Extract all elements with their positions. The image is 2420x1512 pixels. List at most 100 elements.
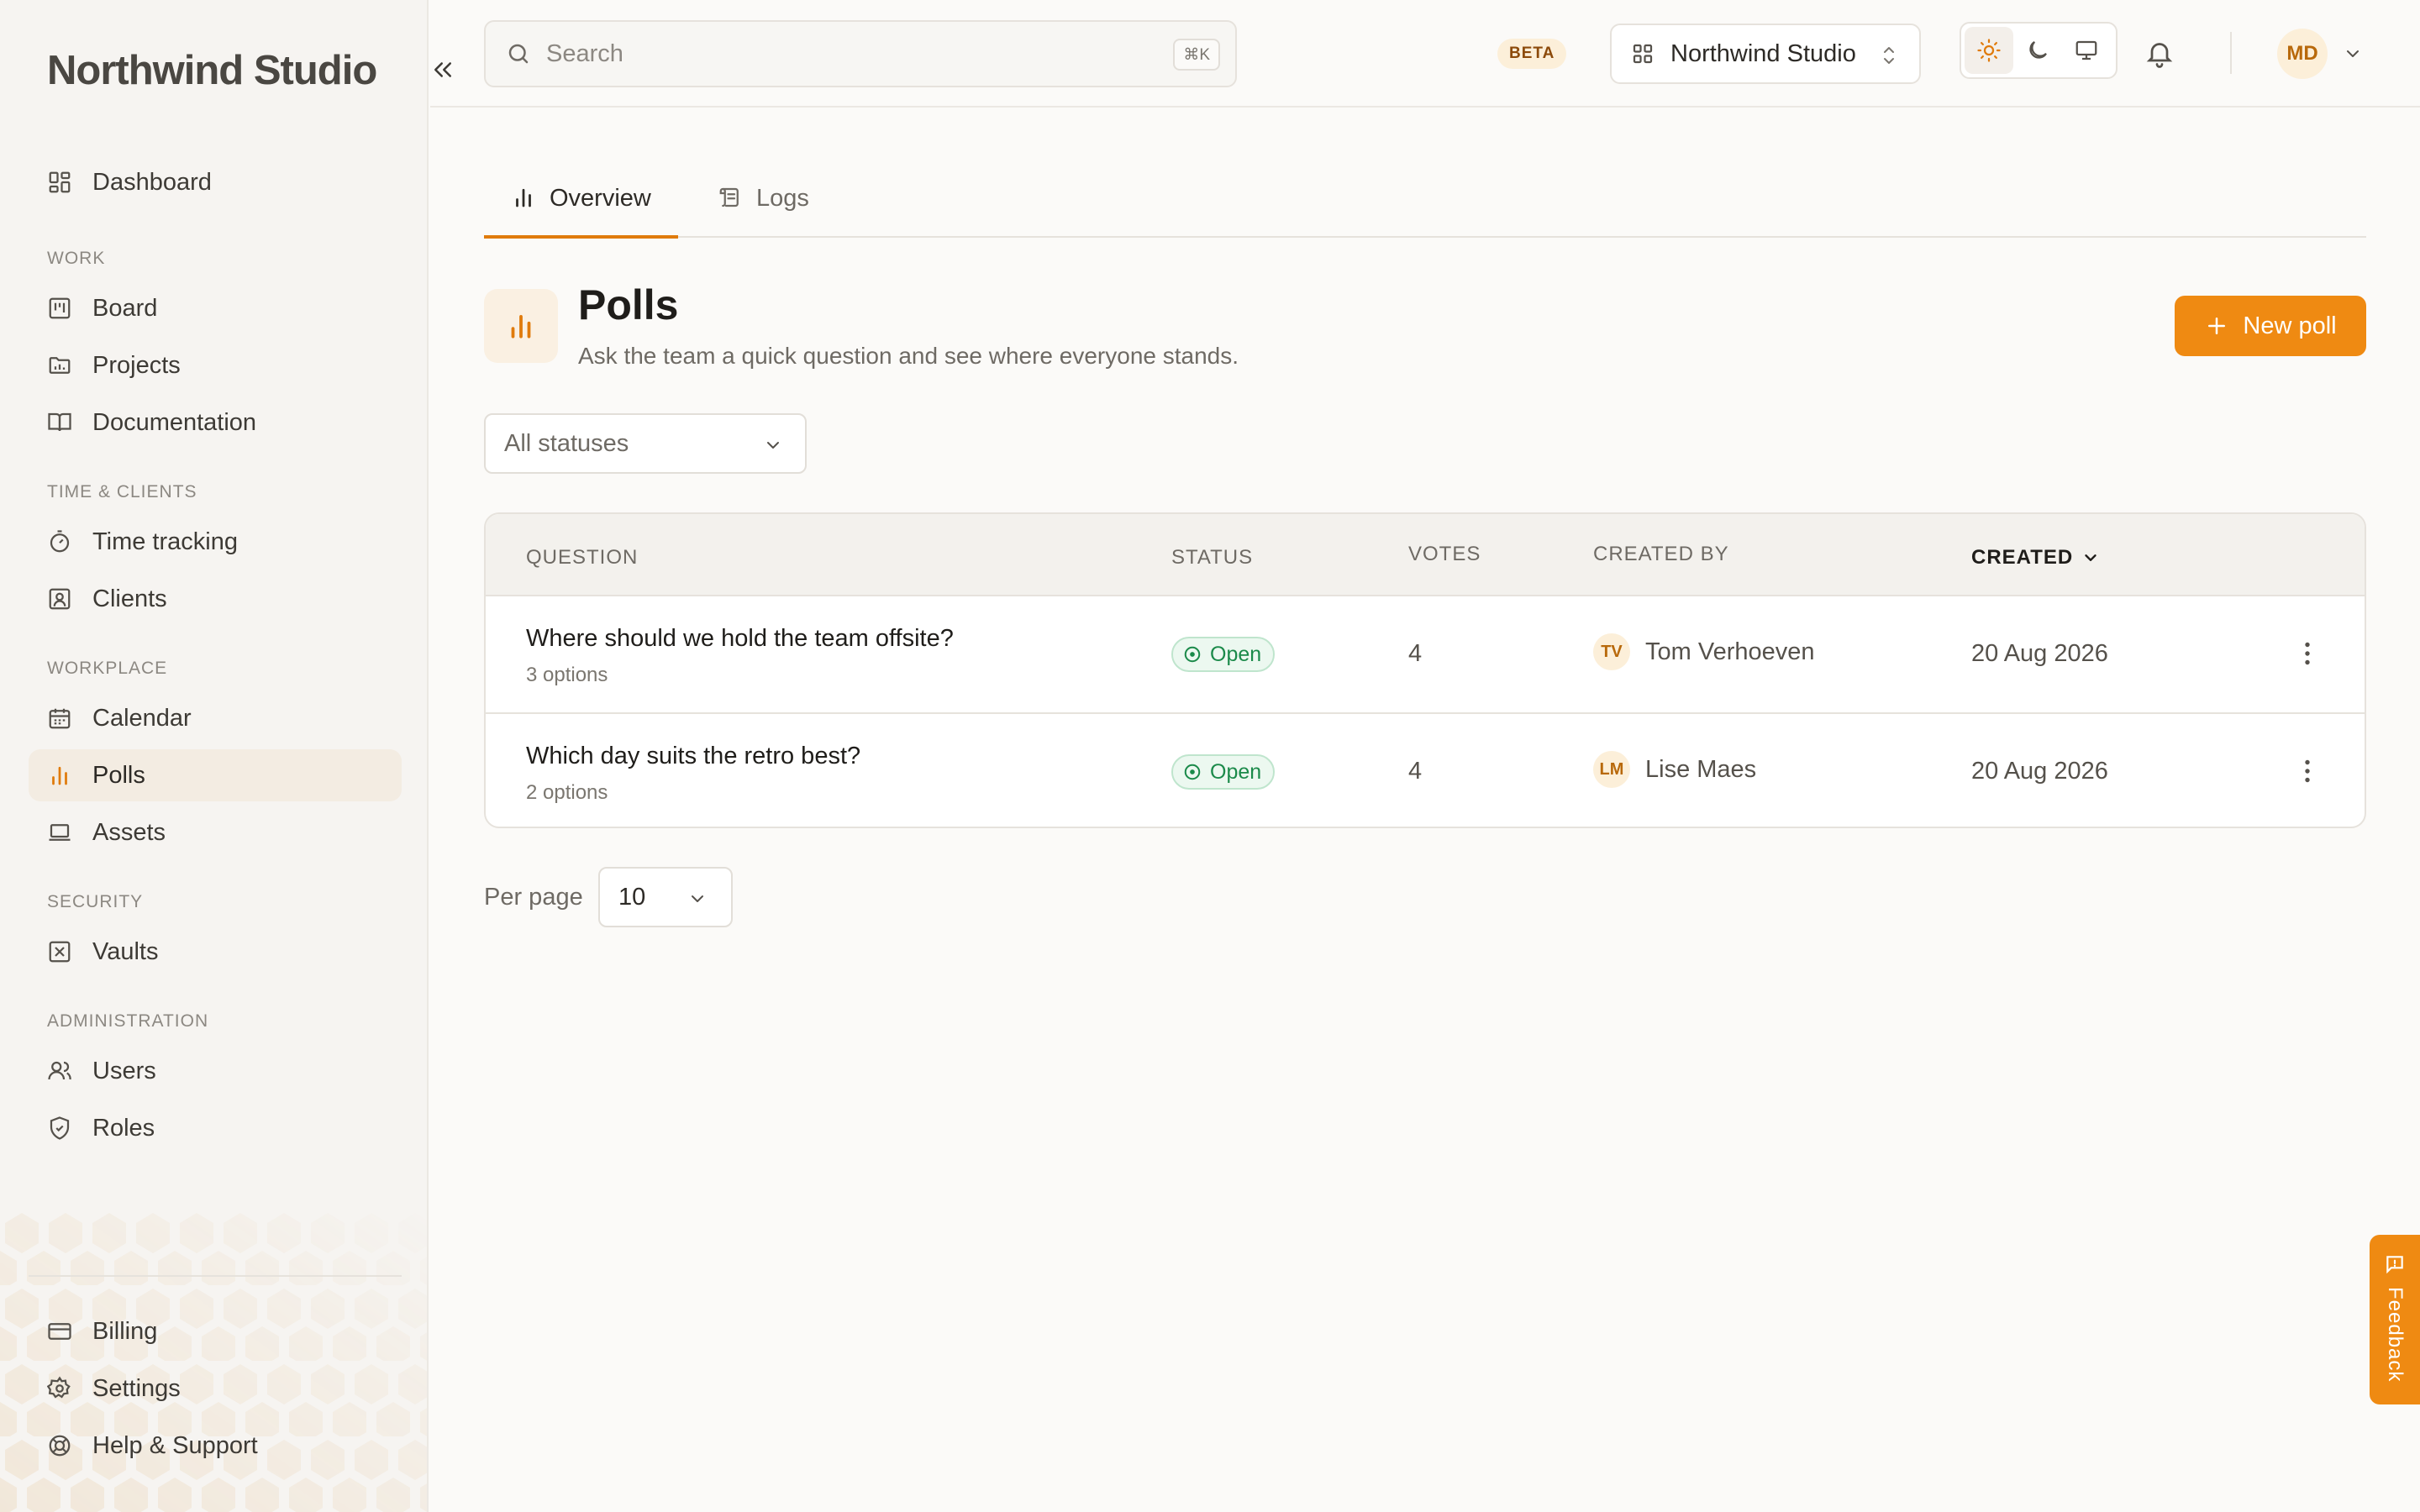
sidebar-item-billing[interactable]: Billing: [29, 1305, 402, 1357]
sidebar-item-calendar[interactable]: Calendar: [29, 692, 402, 744]
tab-logs[interactable]: Logs: [691, 173, 836, 239]
chevron-down-icon: [692, 895, 703, 902]
sidebar-item-settings[interactable]: Settings: [29, 1362, 402, 1415]
vault-icon: [49, 941, 71, 963]
column-header-votes: VOTES: [1408, 543, 1481, 565]
contact-card-icon: [49, 588, 71, 610]
sidebar-item-label: Users: [92, 1057, 156, 1084]
new-poll-button[interactable]: New poll: [2175, 296, 2366, 356]
table-row[interactable]: Which day suits the retro best? 2 option…: [486, 712, 2365, 827]
sidebar-item-label: Time tracking: [92, 528, 238, 555]
sidebar-item-label: Calendar: [92, 704, 192, 732]
plus-icon: [2208, 318, 2226, 334]
theme-system-button[interactable]: [2062, 27, 2111, 74]
bar-chart-icon: [511, 315, 531, 339]
moon-icon: [2029, 41, 2047, 59]
new-poll-label: New poll: [2243, 312, 2337, 339]
table-row[interactable]: Where should we hold the team offsite? 3…: [486, 596, 2365, 712]
sidebar-item-board[interactable]: Board: [29, 282, 402, 334]
search-input[interactable]: [546, 39, 1235, 68]
workspace-switcher[interactable]: Northwind Studio: [1610, 24, 1921, 84]
poll-created-date: 20 Aug 2026: [1971, 758, 2108, 785]
dashboard-icon: [49, 171, 71, 193]
folder-icon: [49, 357, 71, 374]
sidebar-item-vaults[interactable]: Vaults: [29, 926, 402, 978]
column-header-question: QUESTION: [526, 546, 639, 569]
grid-icon: [1633, 44, 1653, 64]
theme-light-button[interactable]: [1965, 27, 2013, 74]
poll-options-count: 3 options: [526, 664, 608, 686]
sidebar-item-roles[interactable]: Roles: [29, 1102, 402, 1154]
sidebar-item-label: Assets: [92, 818, 166, 846]
sort-descending-icon: [2085, 554, 2096, 561]
sidebar-item-time-tracking[interactable]: Time tracking: [29, 516, 402, 568]
poll-question[interactable]: Which day suits the retro best?: [526, 743, 860, 770]
creator-name: Tom Verhoeven: [1645, 638, 1815, 665]
sidebar-item-label: Vaults: [92, 937, 159, 965]
poll-question[interactable]: Where should we hold the team offsite?: [526, 625, 954, 653]
search-box[interactable]: ⌘K: [484, 20, 1237, 87]
sidebar-item-users[interactable]: Users: [29, 1045, 402, 1097]
scroll-icon: [719, 187, 739, 207]
status-label: Open: [1210, 759, 1262, 784]
kanban-icon: [49, 297, 71, 319]
sidebar-item-help-support[interactable]: Help & Support: [29, 1420, 402, 1472]
status-badge: Open: [1171, 754, 1276, 790]
more-vertical-icon[interactable]: [2292, 756, 2323, 786]
page-title: Polls: [578, 281, 679, 328]
sidebar-item-label: Billing: [92, 1317, 158, 1345]
sidebar-item-label: Settings: [92, 1374, 181, 1402]
chevron-down-icon: [767, 442, 779, 449]
per-page-select[interactable]: 10: [598, 867, 733, 927]
shield-check-icon: [50, 1116, 70, 1140]
status-filter-select[interactable]: All statuses: [484, 413, 807, 474]
poll-options-count: 2 options: [526, 781, 608, 804]
sidebar-item-clients[interactable]: Clients: [29, 573, 402, 625]
user-avatar[interactable]: MD: [2277, 29, 2328, 79]
per-page-label: Per page: [484, 884, 583, 911]
sidebar-item-label: Dashboard: [92, 168, 212, 196]
status-badge: Open: [1171, 637, 1276, 672]
status-filter-value: All statuses: [504, 429, 629, 457]
sidebar-section-administration: ADMINISTRATION: [47, 1011, 209, 1031]
gear-icon: [47, 1376, 71, 1399]
book-open-icon: [48, 412, 71, 432]
brand-logo[interactable]: Northwind Studio: [47, 47, 377, 94]
sidebar-section-time-clients: TIME & CLIENTS: [47, 482, 197, 501]
sidebar-item-projects[interactable]: Projects: [29, 339, 402, 391]
credit-card-icon: [48, 1323, 71, 1340]
bell-icon[interactable]: [2144, 37, 2175, 69]
column-header-created[interactable]: CREATED: [1971, 546, 2100, 570]
more-vertical-icon[interactable]: [2292, 638, 2323, 669]
collapse-sidebar-icon[interactable]: [430, 57, 455, 82]
chevron-up-down-icon: [1884, 47, 1894, 64]
poll-creator: LM Lise Maes: [1593, 751, 1756, 788]
sidebar-section-work: WORK: [47, 249, 106, 268]
search-icon: [508, 44, 529, 64]
laptop-icon: [49, 824, 71, 841]
message-square-icon: [2386, 1256, 2403, 1274]
sidebar-section-security: SECURITY: [47, 892, 144, 911]
tab-label: Overview: [550, 185, 651, 212]
per-page-value: 10: [618, 883, 646, 911]
poll-created-date: 20 Aug 2026: [1971, 640, 2108, 667]
polls-page-icon: [484, 289, 558, 363]
lifebuoy-icon: [49, 1435, 71, 1457]
theme-switcher: [1960, 22, 2118, 79]
sidebar-item-documentation[interactable]: Documentation: [29, 396, 402, 449]
theme-dark-button[interactable]: [2013, 27, 2062, 74]
chevron-down-icon[interactable]: [2341, 44, 2365, 64]
clock-circle-icon: [1184, 764, 1201, 780]
tab-overview[interactable]: Overview: [484, 173, 678, 239]
sidebar-item-dashboard[interactable]: Dashboard: [29, 156, 402, 208]
calendar-icon: [49, 708, 71, 729]
sidebar-item-label: Roles: [92, 1114, 155, 1142]
avatar: LM: [1593, 751, 1630, 788]
sidebar-item-label: Clients: [92, 585, 167, 612]
sidebar-item-polls[interactable]: Polls: [29, 749, 402, 801]
sidebar-item-assets[interactable]: Assets: [29, 806, 402, 858]
feedback-tab[interactable]: Feedback: [2370, 1235, 2420, 1404]
poll-votes: 4: [1408, 640, 1423, 667]
column-header-created-by: CREATED BY: [1593, 543, 1729, 565]
column-header-label: CREATED: [1971, 546, 2074, 569]
